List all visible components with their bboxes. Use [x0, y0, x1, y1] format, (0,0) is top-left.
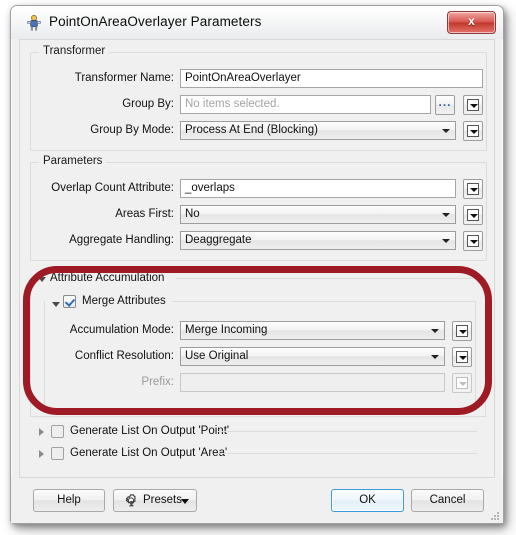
close-button[interactable]: x	[447, 11, 496, 34]
generate-list-point-checkbox[interactable]	[51, 425, 64, 438]
help-button[interactable]: Help	[33, 489, 105, 512]
section-rule	[475, 301, 476, 409]
chevron-down-icon	[456, 377, 468, 389]
chevron-down-icon	[467, 125, 479, 137]
overlap-count-attribute-label: Overlap Count Attribute:	[51, 182, 174, 194]
ok-button[interactable]: OK	[331, 489, 404, 512]
chevron-down-icon	[467, 235, 479, 247]
prefix-label: Prefix:	[141, 376, 174, 388]
chevron-down-icon	[431, 329, 439, 333]
aggregate-handling-label: Aggregate Handling:	[69, 234, 174, 246]
areas-first-label: Areas First:	[115, 208, 174, 220]
window-title: PointOnAreaOverlayer Parameters	[49, 14, 262, 29]
section-divider	[176, 278, 485, 279]
overlap-count-attribute-dropdown-button[interactable]	[463, 179, 483, 199]
accumulation-mode-dropdown-button[interactable]	[452, 321, 472, 341]
chevron-down-icon	[442, 129, 450, 133]
presets-button[interactable]: Presets	[113, 489, 197, 512]
merge-attributes-label: Merge Attributes	[82, 295, 166, 307]
group-by-input[interactable]: No items selected.	[180, 95, 431, 114]
merge-attributes-checkbox[interactable]	[63, 295, 76, 308]
conflict-resolution-select[interactable]: Use Original	[180, 347, 445, 366]
screenshot-root: PointOnAreaOverlayer Parameters x Transf…	[0, 0, 516, 535]
dialog-button-bar: Help Presets OK Cancel	[11, 478, 503, 523]
transformer-name-label: Transformer Name:	[74, 72, 174, 84]
accumulation-mode-select[interactable]: Merge Incoming	[180, 321, 445, 340]
generate-list-point-label: Generate List On Output 'Point'	[70, 425, 230, 437]
group-by-dropdown-button[interactable]	[463, 95, 483, 115]
group-by-mode-label: Group By Mode:	[90, 124, 174, 136]
aggregate-handling-value: Deaggregate	[185, 234, 252, 246]
generate-list-point-expander[interactable]	[39, 428, 44, 436]
dialog-window: PointOnAreaOverlayer Parameters x Transf…	[10, 5, 504, 524]
chevron-down-icon	[442, 213, 450, 217]
accumulation-mode-label: Accumulation Mode:	[69, 324, 174, 336]
merge-attributes-expander[interactable]	[52, 302, 60, 307]
cancel-button[interactable]: Cancel	[411, 489, 484, 512]
overlap-count-attribute-input[interactable]: _overlaps	[180, 179, 456, 198]
aggregate-handling-dropdown-button[interactable]	[463, 231, 483, 251]
chevron-down-icon	[431, 355, 439, 359]
prefix-dropdown-button	[452, 373, 472, 393]
section-rule	[30, 278, 31, 416]
conflict-resolution-value: Use Original	[185, 350, 249, 362]
group-by-mode-value: Process At End (Blocking)	[185, 124, 318, 136]
resize-grip[interactable]	[490, 511, 500, 521]
title-bar: PointOnAreaOverlayer Parameters x	[11, 6, 503, 39]
section-divider	[44, 409, 476, 410]
gear-icon	[125, 493, 136, 507]
generate-list-area-checkbox[interactable]	[51, 447, 64, 460]
group-by-mode-dropdown-button[interactable]	[463, 121, 483, 141]
chevron-down-icon	[456, 351, 468, 363]
dialog-body: Transformer Transformer Name: PointOnAre…	[19, 39, 495, 478]
group-by-label: Group By:	[122, 98, 174, 110]
areas-first-value: No	[185, 208, 200, 220]
section-divider	[218, 431, 477, 432]
section-divider	[215, 453, 477, 454]
group-transformer-legend: Transformer	[39, 45, 110, 57]
chevron-down-icon	[467, 99, 479, 111]
section-rule	[44, 301, 45, 409]
chevron-down-icon	[467, 209, 479, 221]
chevron-down-icon	[456, 325, 468, 337]
chevron-down-icon	[181, 499, 189, 504]
areas-first-dropdown-button[interactable]	[463, 205, 483, 225]
accumulation-mode-value: Merge Incoming	[185, 324, 268, 336]
close-icon: x	[468, 14, 475, 28]
presets-button-label: Presets	[143, 494, 182, 506]
attribute-accumulation-expander[interactable]	[38, 277, 46, 282]
ellipsis-icon: ...	[438, 95, 452, 109]
transformer-icon	[27, 15, 41, 31]
section-divider	[172, 301, 475, 302]
conflict-resolution-label: Conflict Resolution:	[74, 350, 174, 362]
generate-list-area-label: Generate List On Output 'Area'	[70, 447, 228, 459]
conflict-resolution-dropdown-button[interactable]	[452, 347, 472, 367]
areas-first-select[interactable]: No	[180, 205, 456, 224]
chevron-down-icon	[467, 183, 479, 195]
transformer-name-input[interactable]: PointOnAreaOverlayer	[180, 69, 483, 88]
section-rule	[485, 278, 486, 416]
attribute-accumulation-label: Attribute Accumulation	[50, 272, 165, 284]
aggregate-handling-select[interactable]: Deaggregate	[180, 231, 456, 250]
group-parameters-legend: Parameters	[39, 155, 107, 167]
chevron-down-icon	[442, 239, 450, 243]
prefix-input	[180, 373, 445, 392]
section-divider	[30, 416, 486, 417]
group-by-mode-select[interactable]: Process At End (Blocking)	[180, 121, 456, 140]
generate-list-area-expander[interactable]	[39, 450, 44, 458]
group-by-browse-button[interactable]: ...	[435, 95, 455, 115]
